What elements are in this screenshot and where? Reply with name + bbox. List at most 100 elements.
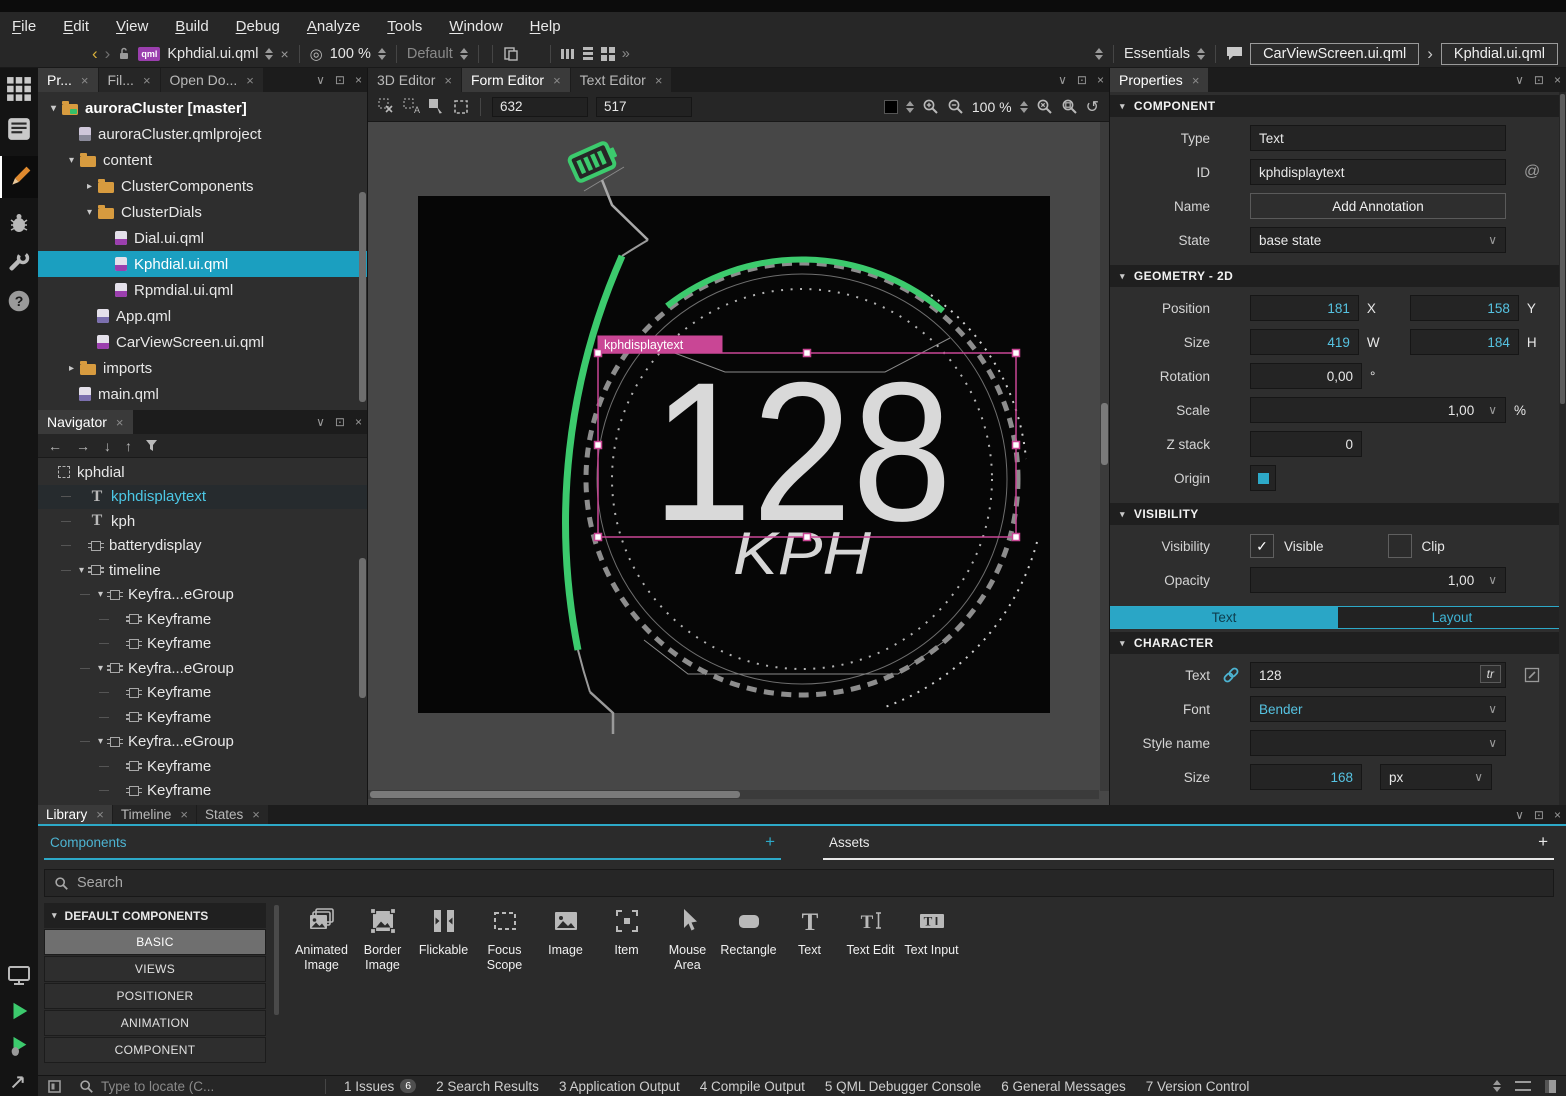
annotation-icon[interactable] [503,46,519,62]
panel-float-icon[interactable]: ⊡ [1072,68,1092,92]
add-asset-button[interactable]: + [1538,832,1548,852]
menu-file[interactable]: File [12,18,36,35]
component-text-edit[interactable]: TText Edit [840,907,901,958]
menu-view[interactable]: View [116,18,148,35]
close-icon[interactable]: × [553,73,561,88]
zoom-out-icon[interactable] [947,98,964,115]
reset-view-icon[interactable]: ↺ [1086,97,1099,117]
clip-checkbox[interactable] [1388,534,1412,558]
menu-debug[interactable]: Debug [236,18,280,35]
expander-icon[interactable]: ▾ [46,103,61,114]
help-mode-icon[interactable]: ? [6,288,32,314]
projects-mode-icon[interactable] [7,250,31,274]
category-basic[interactable]: BASIC [44,929,266,955]
panel-close-icon[interactable]: × [1549,68,1566,92]
category-component[interactable]: COMPONENT [44,1037,266,1063]
tree-item-auroracluster-qmlproject[interactable]: auroraCluster.qmlproject [38,121,367,147]
form-editor-canvas[interactable]: 128 KPH kphdisplaytext [368,122,1109,805]
style-stepper[interactable] [460,48,468,60]
zoom-in-icon[interactable] [922,98,939,115]
output-pane-7-version-control[interactable]: 7 Version Control [1146,1079,1250,1094]
tree-item-rpmdial-ui-qml[interactable]: Rpmdial.ui.qml [38,277,367,303]
forward-icon[interactable]: › [105,45,111,62]
tree-item-main-qml[interactable]: main.qml [38,381,367,407]
tree-item-keyframe[interactable]: Keyframe [38,607,367,632]
output-pane-5-qml-debugger-console[interactable]: 5 QML Debugger Console [825,1079,981,1094]
expander-icon[interactable]: ▾ [93,663,108,674]
edit-mode-icon[interactable] [6,116,32,142]
output-pane-4-compile-output[interactable]: 4 Compile Output [700,1079,805,1094]
output-pane-2-search-results[interactable]: 2 Search Results [436,1079,539,1094]
section-component[interactable]: ▾COMPONENT [1110,95,1566,117]
grid-view-icon[interactable] [601,47,615,61]
panel-close-icon[interactable]: × [350,410,367,434]
tab-pr-[interactable]: Pr...× [38,68,98,92]
output-pane-6-general-messages[interactable]: 6 General Messages [1001,1079,1126,1094]
prompt-icon[interactable] [48,1080,61,1093]
breadcrumb-current[interactable]: Kphdial.ui.qml [1441,43,1558,65]
menu-tools[interactable]: Tools [387,18,422,35]
tab-form-editor[interactable]: Form Editor× [462,68,570,92]
color-stepper[interactable] [906,101,914,113]
panel-float-icon[interactable]: ⊡ [1529,68,1549,92]
tree-item-keyfra-egroup[interactable]: ▾Keyfra...eGroup [38,583,367,608]
z-stack-field[interactable]: 0 [1250,431,1362,457]
feedback-icon[interactable] [1226,46,1243,61]
canvas-width-field[interactable]: 632 [492,97,588,117]
state-select[interactable]: base state∨ [1250,227,1506,253]
component-flickable[interactable]: Flickable [413,907,474,958]
tree-item-keyframe[interactable]: Keyframe [38,632,367,657]
move-up-icon[interactable]: ↑ [125,438,132,454]
tree-item-kphdial-ui-qml[interactable]: Kphdial.ui.qml [38,251,367,277]
open-document-name[interactable]: Kphdial.ui.qml [167,46,258,62]
expander-icon[interactable]: ▾ [74,565,89,576]
tab-properties[interactable]: Properties× [1110,68,1208,92]
close-icon[interactable]: × [180,807,188,822]
tree-item-keyfra-egroup[interactable]: ▾Keyfra...eGroup [38,730,367,755]
expander-icon[interactable]: ▾ [93,589,108,600]
snapping-icon[interactable] [428,98,445,115]
tree-item-batterydisplay[interactable]: batterydisplay [38,534,367,559]
font-select[interactable]: Bender∨ [1250,696,1506,722]
zoom-reset-icon[interactable]: ◎ [310,45,323,63]
zoom-level[interactable]: 100 % [330,46,371,62]
tab-text-properties[interactable]: Text [1110,607,1338,628]
tab-open-do-[interactable]: Open Do...× [161,68,263,92]
navigator-scrollbar[interactable] [359,558,366,698]
columns-view-icon[interactable] [561,48,575,60]
snapping-anchors-icon[interactable]: A [403,98,420,115]
section-visibility[interactable]: ▾VISIBILITY [1110,503,1566,525]
canvas-hscrollbar[interactable] [368,790,1099,799]
design-mode-active[interactable] [0,156,38,198]
no-snapping-icon[interactable] [378,98,395,115]
tree-item-keyfra-egroup[interactable]: ▾Keyfra...eGroup [38,656,367,681]
expander-icon[interactable]: ▾ [64,155,79,166]
output-pane-stepper[interactable] [1493,1080,1501,1092]
panel-menu-icon[interactable]: ∨ [1510,805,1529,824]
kit-select[interactable]: Essentials [1124,46,1190,62]
default-components-header[interactable]: ▾DEFAULT COMPONENTS [44,903,266,928]
toggle-left-sidebar-icon[interactable] [1515,1081,1531,1091]
section-geometry[interactable]: ▾GEOMETRY - 2D [1110,265,1566,287]
y-position-field[interactable]: 158 [1410,295,1519,321]
tab-timeline[interactable]: Timeline× [113,805,196,824]
x-position-field[interactable]: 181 [1250,295,1359,321]
panel-menu-icon[interactable]: ∨ [1053,68,1072,92]
close-icon[interactable]: × [96,807,104,822]
tree-item-keyframe[interactable]: Keyframe [38,779,367,804]
document-stepper[interactable] [265,48,273,60]
list-view-icon[interactable] [582,47,594,61]
tab-3d-editor[interactable]: 3D Editor× [368,68,461,92]
build-button[interactable] [8,1070,30,1092]
run-button[interactable] [8,1000,30,1022]
tree-item-kphdial[interactable]: kphdial [38,460,367,485]
panel-close-icon[interactable]: × [1549,805,1566,824]
tree-item-kph[interactable]: Tkph [38,509,367,534]
component-item[interactable]: Item [596,907,657,958]
font-size-unit-select[interactable]: px∨ [1380,764,1492,790]
panel-menu-icon[interactable]: ∨ [1510,68,1529,92]
rotation-field[interactable]: 0,00 [1250,363,1362,389]
menu-build[interactable]: Build [175,18,208,35]
welcome-mode-icon[interactable] [6,76,32,102]
component-image[interactable]: Image [535,907,596,958]
